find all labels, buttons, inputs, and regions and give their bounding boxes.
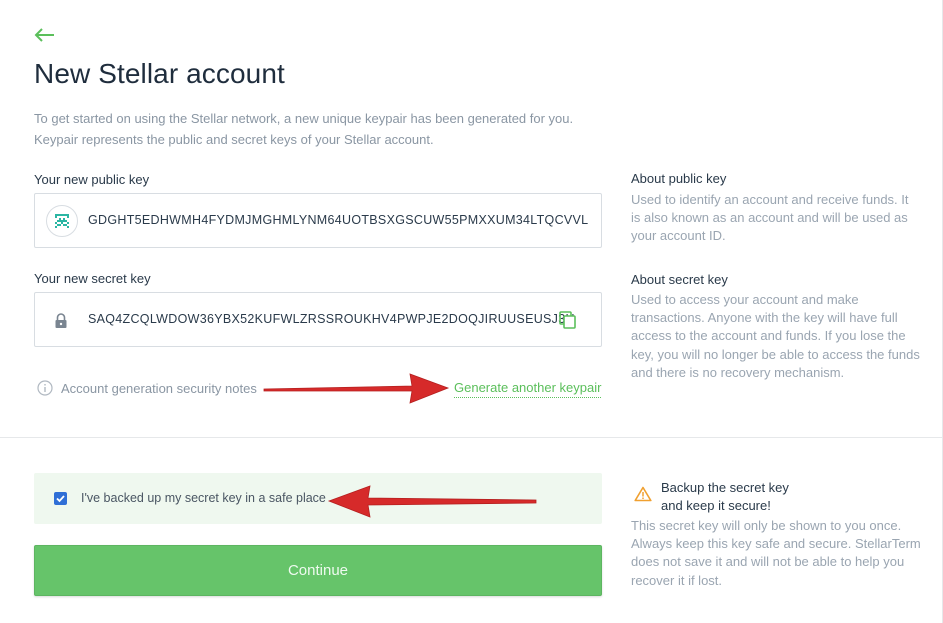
about-public-key-title: About public key — [631, 171, 727, 186]
public-key-label: Your new public key — [34, 172, 150, 187]
warning-icon — [634, 486, 652, 507]
public-key-field: GDGHT5EDHWMH4FYDMJMGHMLYNM64UOTBSXGSCUW5… — [34, 193, 602, 248]
secret-key-value[interactable]: SAQ4ZCQLWDOW36YBX52KUFWLZRSSROUKHV4PWPJE… — [88, 312, 575, 326]
backup-warning-text: This secret key will only be shown to yo… — [631, 518, 921, 588]
secret-key-field: SAQ4ZCQLWDOW36YBX52KUFWLZRSSROUKHV4PWPJE… — [34, 292, 602, 347]
security-notes-row: Account generation security notes — [37, 380, 257, 396]
secret-key-label: Your new secret key — [34, 271, 151, 286]
section-divider — [0, 437, 943, 438]
lock-icon — [54, 313, 68, 334]
new-account-page: New Stellar account To get started on us… — [0, 0, 943, 623]
generate-keypair-link[interactable]: Generate another keypair — [454, 380, 602, 398]
about-secret-key-title: About secret key — [631, 272, 728, 287]
public-key-value[interactable]: GDGHT5EDHWMH4FYDMJMGHMLYNM64UOTBSXGSCUW5… — [88, 213, 588, 227]
security-notes-link[interactable]: Account generation security notes — [61, 381, 257, 396]
continue-button[interactable]: Continue — [34, 545, 602, 596]
about-public-key-text: Used to identify an account and receive … — [631, 192, 909, 244]
intro-text: To get started on using the Stellar netw… — [34, 111, 574, 147]
backup-checkbox-label[interactable]: I've backed up my secret key in a safe p… — [81, 491, 326, 505]
page-title: New Stellar account — [34, 58, 285, 89]
annotation-arrow-generate — [263, 373, 450, 404]
about-secret-key-text: Used to access your account and make tra… — [631, 292, 920, 380]
backup-confirm-box: I've backed up my secret key in a safe p… — [34, 473, 602, 524]
identicon-icon — [46, 205, 78, 237]
info-icon — [37, 380, 53, 396]
copy-icon[interactable] — [559, 311, 577, 334]
backup-warning-title: Backup the secret key and keep it secure… — [661, 480, 789, 513]
backup-checkbox[interactable] — [54, 492, 67, 505]
back-arrow-icon[interactable] — [33, 22, 59, 44]
